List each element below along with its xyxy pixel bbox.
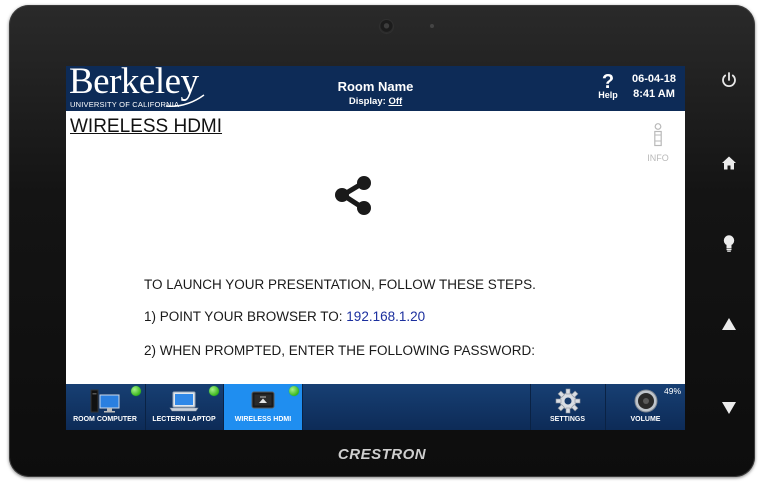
- source-label-lectern-laptop: LECTERN LAPTOP: [152, 416, 216, 423]
- question-mark-icon: ?: [601, 71, 615, 93]
- desktop-computer-icon: [90, 389, 120, 413]
- date-time: 06-04-18 8:41 AM: [626, 72, 682, 102]
- up-button[interactable]: [718, 313, 740, 335]
- camera-lens: [380, 20, 393, 33]
- lights-button[interactable]: [718, 232, 740, 254]
- home-icon: [722, 156, 736, 170]
- share-icon: [335, 176, 371, 215]
- display-status-value[interactable]: Off: [388, 96, 402, 107]
- source-tab-room-computer[interactable]: ROOM COMPUTER: [66, 384, 144, 430]
- page-title: WIRELESS HDMI: [70, 116, 223, 137]
- settings-label: SETTINGS: [549, 416, 585, 423]
- settings-button[interactable]: SETTINGS: [531, 384, 604, 430]
- info-button[interactable]: INFO: [643, 123, 673, 163]
- home-button[interactable]: [718, 152, 740, 174]
- laptop-icon: [169, 391, 199, 412]
- status-dot-wireless-hdmi: [289, 386, 299, 396]
- instruction-step-1: 1) POINT YOUR BROWSER TO: 192.168.1.20: [144, 309, 425, 324]
- info-icon: [654, 123, 662, 147]
- source-tab-lectern-laptop[interactable]: LECTERN LAPTOP: [146, 384, 222, 430]
- source-label-room-computer: ROOM COMPUTER: [73, 416, 137, 423]
- down-button[interactable]: [718, 397, 740, 419]
- status-dot-room-computer: [131, 386, 141, 396]
- touch-screen: Berkeley UNIVERSITY OF CALIFORNIA Room N…: [66, 66, 685, 430]
- triangle-up-icon: [722, 318, 736, 330]
- instruction-step-2: 2) WHEN PROMPTED, ENTER THE FOLLOWING PA…: [144, 343, 536, 358]
- display-status-label: Display:: [348, 96, 386, 107]
- power-icon: [722, 72, 736, 87]
- light-sensor: [430, 24, 434, 28]
- help-label: Help: [598, 90, 618, 100]
- speaker-icon: [634, 389, 657, 413]
- source-tab-wireless-hdmi[interactable]: WIRELESS HDMI: [224, 384, 302, 430]
- wireless-display-icon: [251, 391, 275, 409]
- instruction-step-1-text: 1) POINT YOUR BROWSER TO:: [144, 309, 347, 324]
- volume-percent: 49%: [663, 386, 681, 396]
- info-label: INFO: [647, 153, 669, 163]
- date-text: 06-04-18: [631, 73, 677, 85]
- power-button[interactable]: [718, 69, 740, 91]
- tab-divider: [302, 384, 303, 430]
- presentation-ip-address: 192.168.1.20: [346, 309, 426, 324]
- crestron-logo: CRESTRON: [337, 446, 427, 463]
- help-button[interactable]: ? Help: [593, 72, 623, 100]
- triangle-down-icon: [722, 402, 736, 414]
- volume-label: VOLUME: [630, 416, 661, 423]
- instruction-heading: TO LAUNCH YOUR PRESENTATION, FOLLOW THES…: [144, 277, 536, 292]
- status-dot-lectern-laptop: [209, 386, 219, 396]
- header-bar: Berkeley UNIVERSITY OF CALIFORNIA Room N…: [66, 66, 685, 111]
- lightbulb-icon: [723, 235, 735, 252]
- volume-button[interactable]: VOLUME 49%: [606, 384, 685, 430]
- gear-icon: [555, 388, 580, 414]
- source-selection-bar: ROOM COMPUTER LECTERN LAPTOP WIRELESS HD…: [66, 384, 685, 430]
- time-text: 8:41 AM: [633, 88, 675, 100]
- source-label-wireless-hdmi: WIRELESS HDMI: [234, 416, 292, 423]
